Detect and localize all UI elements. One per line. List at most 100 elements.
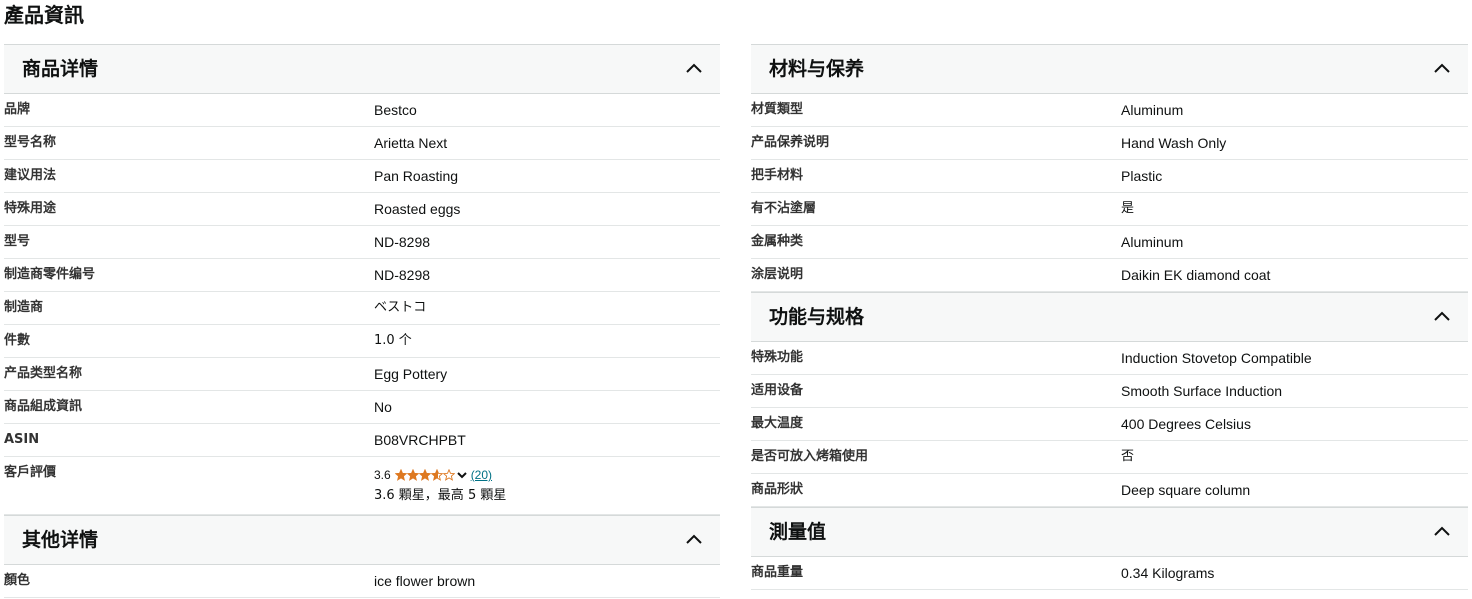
table-row: 有不沾塗層 是 [751, 193, 1468, 226]
table-row: 产品保养说明 Hand Wash Only [751, 127, 1468, 160]
chevron-up-icon[interactable] [686, 63, 702, 73]
row-label: 适用设备 [751, 383, 804, 398]
row-value: Aluminum [1121, 234, 1184, 250]
section-title: 材料与保养 [769, 58, 865, 80]
table-row: 建议用法 Pan Roasting [4, 160, 720, 193]
table-row: 件數 1.0 个 [4, 325, 720, 358]
star-icon [442, 469, 455, 481]
row-label: 型号 [4, 234, 31, 249]
details-table: 品牌 Bestco 型号名称 Arietta Next 建议用法 Pan Roasti… [4, 94, 720, 515]
row-value: Roasted eggs [374, 201, 461, 217]
section-header-measurements[interactable]: 測量值 [751, 507, 1468, 557]
rating-text: 3.6 顆星，最高 5 顆星 [374, 488, 507, 503]
rating-summary[interactable]: 3.6 (20) [374, 466, 492, 484]
table-row: 商品形狀 Deep square column [751, 474, 1468, 507]
section-header-other[interactable]: 其他详情 [4, 515, 720, 565]
table-row: 材質類型 Aluminum [751, 94, 1468, 127]
row-value: Plastic [1121, 168, 1163, 184]
section-header-features[interactable]: 功能与规格 [751, 292, 1468, 342]
row-label: 制造商零件编号 [4, 267, 96, 282]
star-icon [430, 469, 443, 481]
row-value: Smooth Surface Induction [1121, 383, 1283, 399]
row-label: 建议用法 [4, 168, 57, 183]
row-label: 是否可放入烤箱使用 [751, 449, 869, 464]
chevron-up-icon[interactable] [1434, 311, 1450, 321]
table-row: 品牌 Bestco [4, 94, 720, 127]
table-row: 制造商 ベストコ [4, 292, 720, 325]
table-row: 最大温度 400 Degrees Celsius [751, 408, 1468, 441]
features-table: 特殊功能 Induction Stovetop Compatible 适用设备 Sm… [751, 342, 1468, 507]
row-value: 1.0 个 [374, 333, 412, 348]
row-value: ベストコ [374, 300, 427, 315]
table-row: 顏色 ice flower brown [4, 565, 720, 598]
chevron-up-icon[interactable] [1434, 526, 1450, 536]
table-row: 商品重量 0.34 Kilograms [751, 557, 1468, 590]
section-title: 商品详情 [22, 58, 99, 80]
row-value: No [374, 399, 392, 415]
row-label: 商品組成資訊 [4, 399, 83, 414]
other-table: 顏色 ice flower brown [4, 565, 720, 598]
row-value: ND-8298 [374, 234, 431, 250]
row-label: 客戶評價 [4, 465, 57, 480]
star-icon [406, 469, 419, 481]
section-header-materials[interactable]: 材料与保养 [751, 44, 1468, 94]
row-label: 特殊用途 [4, 201, 57, 216]
row-label: ASIN [4, 432, 40, 447]
row-label: 顏色 [4, 573, 31, 588]
table-row: ASIN B08VRCHPBT [4, 424, 720, 457]
table-row: 特殊功能 Induction Stovetop Compatible [751, 342, 1468, 375]
row-value: Aluminum [1121, 102, 1184, 118]
star-icon [394, 469, 407, 481]
table-row: 适用设备 Smooth Surface Induction [751, 375, 1468, 408]
table-row: 商品組成資訊 No [4, 391, 720, 424]
row-value: ND-8298 [374, 267, 431, 283]
row-value: ice flower brown [374, 573, 476, 589]
row-value: Induction Stovetop Compatible [1121, 350, 1312, 366]
right-column: 材料与保养 材質類型 Aluminum 产品保养说明 Hand Wash Only … [751, 44, 1468, 590]
chevron-up-icon[interactable] [686, 534, 702, 544]
star-rating[interactable] [394, 469, 455, 481]
table-row: 是否可放入烤箱使用 否 [751, 441, 1468, 474]
row-value: Arietta Next [374, 135, 448, 151]
section-header-details[interactable]: 商品详情 [4, 44, 720, 94]
row-label: 有不沾塗層 [751, 201, 817, 216]
row-label: 商品形狀 [751, 482, 804, 497]
chevron-down-icon[interactable] [456, 471, 467, 479]
section-title: 測量值 [769, 521, 827, 543]
row-label: 材質類型 [751, 102, 804, 117]
table-row: 型号名称 Arietta Next [4, 127, 720, 160]
rating-count-link[interactable]: (20) [471, 466, 492, 484]
row-value: 否 [1121, 449, 1135, 464]
star-icon [418, 469, 431, 481]
row-label: 把手材料 [751, 168, 804, 183]
materials-table: 材質類型 Aluminum 产品保养说明 Hand Wash Only 把手材料 Pl… [751, 94, 1468, 292]
page-title: 產品資訊 [4, 3, 84, 27]
row-value: 是 [1121, 201, 1135, 216]
table-row: 产品类型名称 Egg Pottery [4, 358, 720, 391]
row-value: Daikin EK diamond coat [1121, 267, 1271, 283]
table-row: 制造商零件编号 ND-8298 [4, 259, 720, 292]
row-value: Pan Roasting [374, 168, 459, 184]
table-row-rating: 客戶評價 3.6 (20) 3.6 顆星，最高 5 顆星 [4, 457, 720, 515]
table-row: 特殊用途 Roasted eggs [4, 193, 720, 226]
row-label: 商品重量 [751, 565, 804, 580]
row-value: Bestco [374, 102, 417, 118]
chevron-up-icon[interactable] [1434, 63, 1450, 73]
row-label: 制造商 [4, 300, 44, 315]
row-label: 件數 [4, 333, 31, 348]
row-label: 金属种类 [751, 234, 804, 249]
table-row: 涂层说明 Daikin EK diamond coat [751, 259, 1468, 292]
row-label: 产品类型名称 [4, 366, 83, 381]
row-value: Deep square column [1121, 482, 1251, 498]
row-value: Hand Wash Only [1121, 135, 1227, 151]
row-label: 产品保养说明 [751, 135, 830, 150]
table-row: 金属种类 Aluminum [751, 226, 1468, 259]
row-label: 涂层说明 [751, 267, 804, 282]
measurements-table: 商品重量 0.34 Kilograms [751, 557, 1468, 590]
row-label: 型号名称 [4, 135, 57, 150]
row-value: B08VRCHPBT [374, 432, 466, 448]
table-row: 把手材料 Plastic [751, 160, 1468, 193]
table-row: 型号 ND-8298 [4, 226, 720, 259]
row-label: 最大温度 [751, 416, 804, 431]
section-title: 其他详情 [22, 529, 99, 551]
